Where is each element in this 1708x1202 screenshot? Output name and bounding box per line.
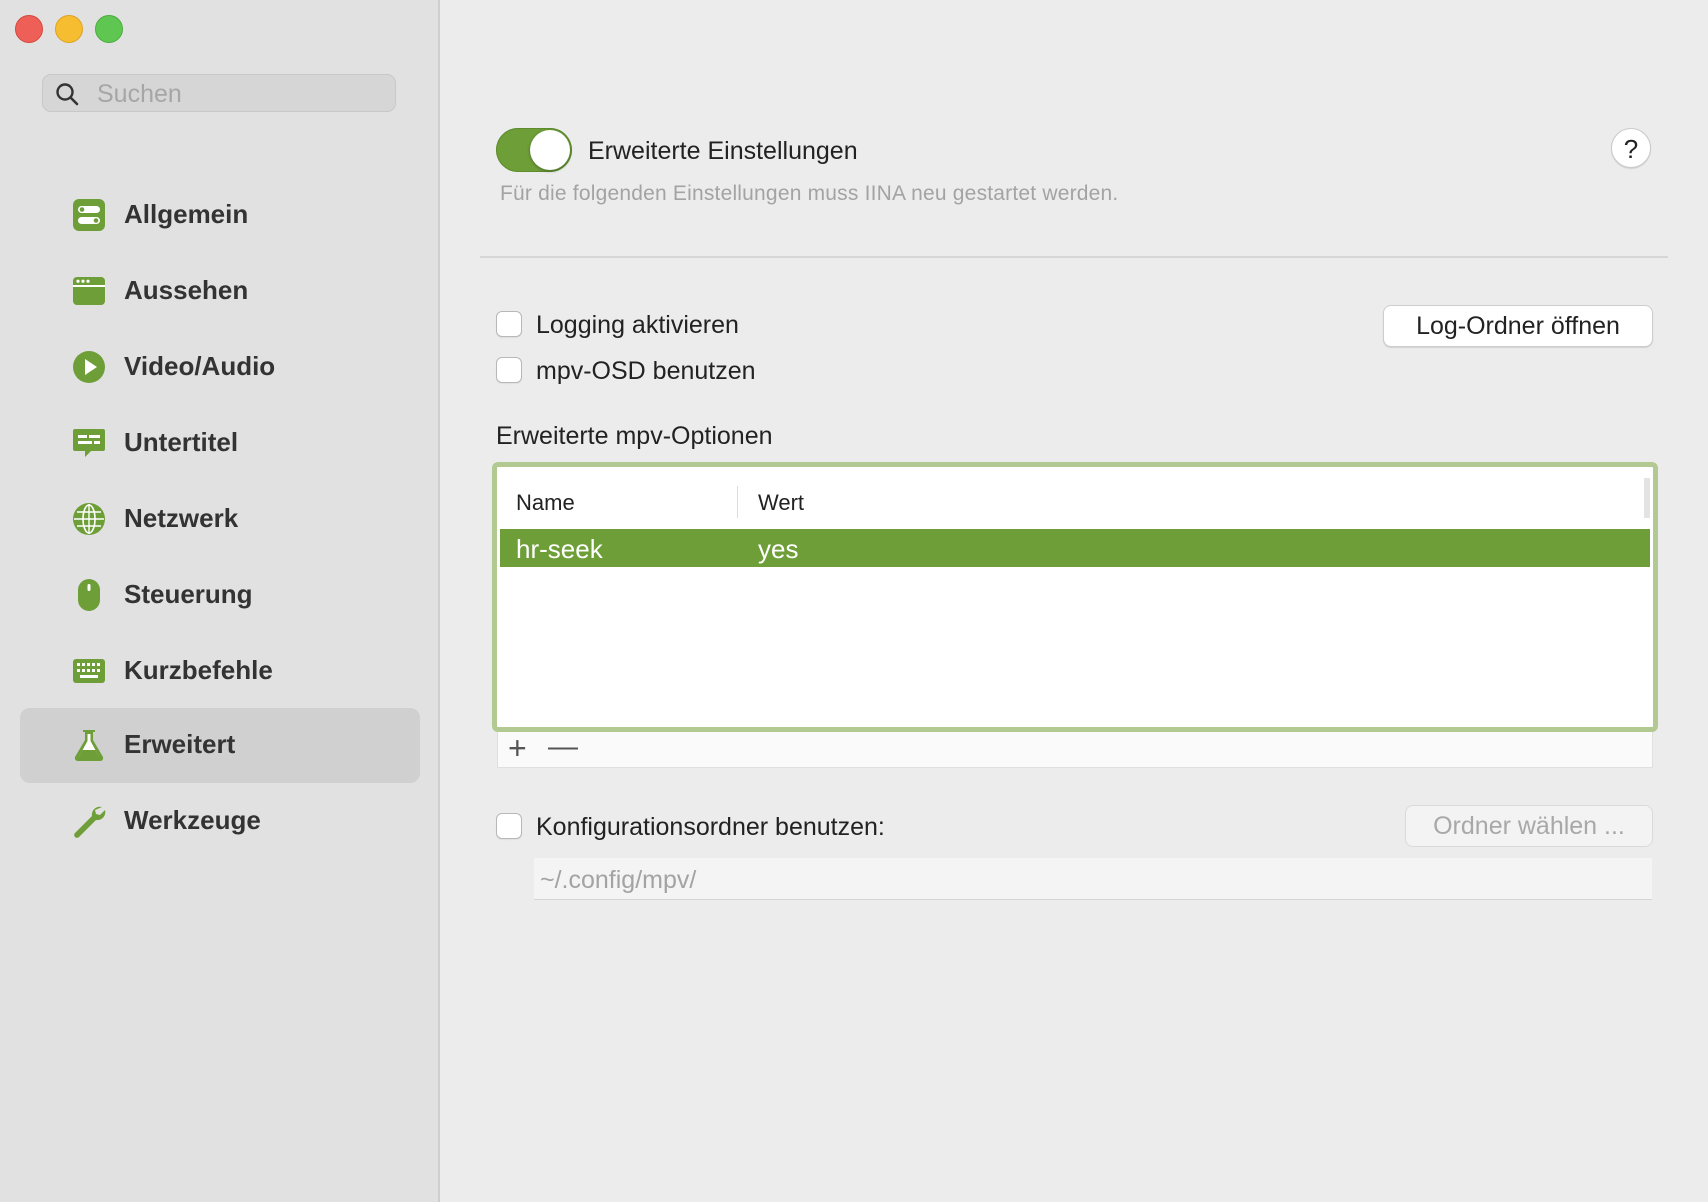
column-header-value[interactable]: Wert: [758, 490, 804, 516]
search-icon: [56, 83, 79, 106]
advanced-settings-title: Erweiterte Einstellungen: [588, 137, 858, 165]
flask-icon: [74, 730, 104, 761]
option-value-cell[interactable]: yes: [758, 534, 798, 565]
preferences-window: Allgemein Aussehen Video/Audio: [0, 0, 1708, 1202]
sidebar-item-label: Werkzeuge: [124, 805, 261, 835]
column-separator: [737, 486, 738, 518]
sidebar-item-netzwerk[interactable]: Netzwerk: [20, 482, 420, 557]
sidebar-item-label: Untertitel: [124, 427, 239, 457]
subtitle-icon: [73, 429, 105, 457]
mpv-options-table[interactable]: Name Wert hr-seek yes: [492, 462, 1658, 732]
table-scrollbar[interactable]: [1644, 478, 1650, 518]
section-divider: [480, 256, 1668, 258]
sidebar-item-kurzbefehle[interactable]: Kurzbefehle: [20, 634, 420, 709]
play-icon: [73, 351, 105, 383]
logging-checkbox[interactable]: [496, 311, 522, 337]
sidebar-item-label: Aussehen: [124, 275, 249, 305]
table-row[interactable]: hr-seek yes: [500, 529, 1650, 567]
mpv-osd-checkbox[interactable]: [496, 357, 522, 383]
sidebar-item-allgemein[interactable]: Allgemein: [20, 178, 420, 253]
config-dir-checkbox[interactable]: [496, 813, 522, 839]
search-field[interactable]: [42, 74, 396, 112]
sidebar-item-label: Allgemein: [124, 199, 249, 229]
help-button[interactable]: ?: [1611, 128, 1651, 168]
table-footer: + —: [497, 729, 1653, 768]
option-name-cell[interactable]: hr-seek: [516, 534, 603, 565]
sidebar-item-aussehen[interactable]: Aussehen: [20, 254, 420, 329]
close-window-button[interactable]: [15, 15, 43, 43]
sidebar-item-label: Steuerung: [124, 579, 253, 609]
sidebar-item-video-audio[interactable]: Video/Audio: [20, 330, 420, 405]
sidebar-item-label: Netzwerk: [124, 503, 239, 533]
toggle-knob: [530, 130, 570, 170]
mpv-osd-label: mpv-OSD benutzen: [536, 357, 756, 385]
advanced-settings-toggle[interactable]: [496, 128, 572, 172]
add-option-button[interactable]: +: [508, 730, 527, 766]
sidebar-item-werkzeuge[interactable]: Werkzeuge: [20, 784, 420, 859]
sidebar-item-untertitel[interactable]: Untertitel: [20, 406, 420, 481]
column-header-name[interactable]: Name: [516, 490, 575, 516]
search-input[interactable]: [95, 77, 389, 111]
zoom-window-button[interactable]: [95, 15, 123, 43]
wrench-icon: [74, 806, 106, 838]
window-icon: [73, 277, 105, 305]
sidebar-item-label: Video/Audio: [124, 351, 276, 381]
keyboard-icon: [73, 659, 105, 683]
sidebar-item-erweitert[interactable]: Erweitert: [20, 708, 420, 783]
open-log-folder-button[interactable]: Log-Ordner öffnen: [1383, 305, 1653, 347]
mpv-options-title: Erweiterte mpv-Optionen: [496, 422, 773, 450]
mouse-icon: [78, 579, 100, 611]
minimize-window-button[interactable]: [55, 15, 83, 43]
choose-folder-button[interactable]: Ordner wählen ...: [1405, 805, 1653, 847]
logging-label: Logging aktivieren: [536, 311, 739, 339]
globe-icon: [73, 503, 105, 535]
config-path-placeholder: ~/.config/mpv/: [540, 866, 697, 894]
general-icon: [73, 199, 105, 231]
remove-option-button[interactable]: —: [548, 729, 578, 765]
sidebar: Allgemein Aussehen Video/Audio: [0, 0, 440, 1202]
sidebar-item-label: Erweitert: [124, 729, 236, 759]
restart-hint: Für die folgenden Einstellungen muss IIN…: [500, 182, 1119, 205]
config-dir-label: Konfigurationsordner benutzen:: [536, 813, 885, 841]
sidebar-item-steuerung[interactable]: Steuerung: [20, 558, 420, 633]
sidebar-item-label: Kurzbefehle: [124, 655, 273, 685]
config-path-field[interactable]: ~/.config/mpv/: [534, 858, 1652, 900]
